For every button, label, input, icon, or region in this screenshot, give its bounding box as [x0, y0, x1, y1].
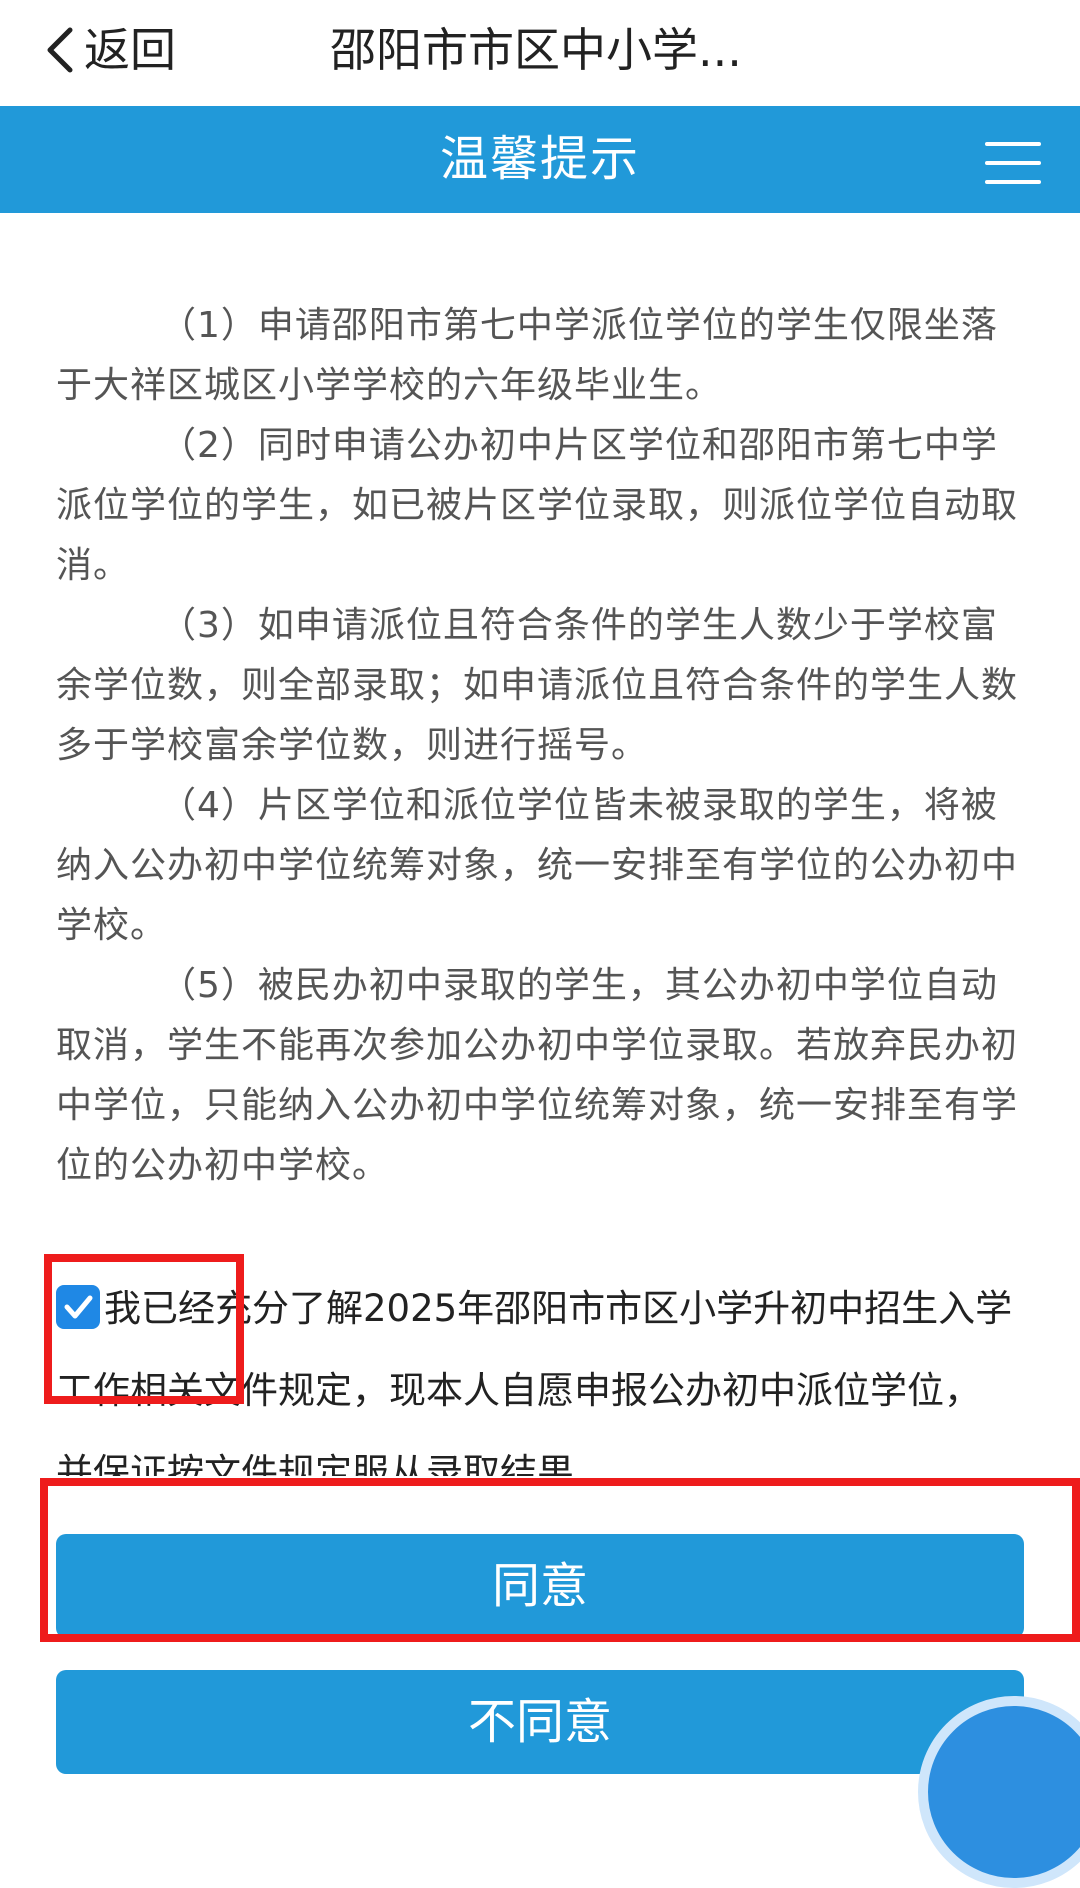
header-title: 温馨提示: [439, 131, 640, 187]
annotation-box-agree: [40, 1478, 1080, 1642]
annotation-box-checkbox: [44, 1254, 244, 1404]
header-bar: 温馨提示: [0, 106, 1080, 213]
page-title: 邵阳市市区中小学...: [330, 23, 742, 77]
notice-paragraph-3: （3）如申请派位且符合条件的学生人数少于学校富余学位数，则全部录取；如申请派位且…: [56, 605, 1019, 766]
back-button[interactable]: 返回: [44, 14, 176, 86]
menu-icon-line: [985, 180, 1041, 184]
chevron-left-icon: [47, 27, 73, 73]
menu-icon-line: [985, 161, 1041, 165]
top-nav-bar: 返回 邵阳市市区中小学...: [0, 0, 1080, 106]
disagree-button[interactable]: 不同意: [56, 1670, 1024, 1774]
notice-paragraph-1: （1）申请邵阳市第七中学派位学位的学生仅限坐落于大祥区城区小学学校的六年级毕业生…: [56, 305, 998, 406]
notice-paragraph-2: （2）同时申请公办初中片区学位和邵阳市第七中学派位学位的学生，如已被片区学位录取…: [56, 425, 1019, 586]
notice-paragraph-4: （4）片区学位和派位学位皆未被录取的学生，将被纳入公办初中学位统筹对象，统一安排…: [56, 785, 1019, 946]
notice-paragraph-5: （5）被民办初中录取的学生，其公办初中学位自动取消，学生不能再次参加公办初中学位…: [56, 965, 1019, 1186]
notice-content: （1）申请邵阳市第七中学派位学位的学生仅限坐落于大祥区城区小学学校的六年级毕业生…: [56, 296, 1026, 1196]
menu-icon-line: [985, 142, 1041, 146]
back-label: 返回: [84, 23, 176, 77]
menu-button[interactable]: [985, 142, 1041, 184]
